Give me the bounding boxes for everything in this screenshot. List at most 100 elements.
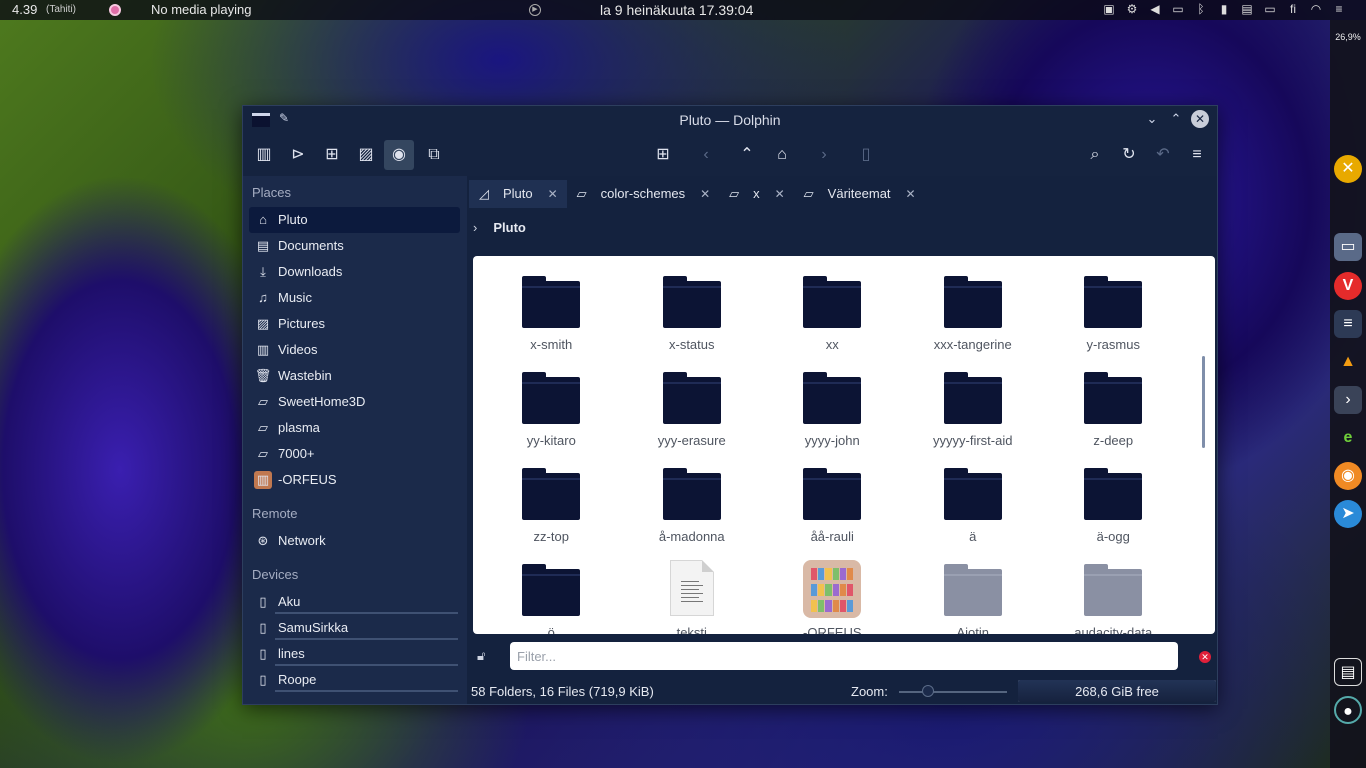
- tray-menu-icon[interactable]: ≡: [1332, 2, 1346, 16]
- tab-color-schemes[interactable]: ▱ color-schemes ✕: [567, 180, 720, 208]
- orange-app-icon[interactable]: ◉: [1334, 462, 1362, 490]
- panels-icon[interactable]: ⊞: [648, 140, 678, 170]
- maximize-button[interactable]: ⌃: [1167, 110, 1185, 128]
- place-music[interactable]: ♫ Music: [249, 285, 460, 311]
- file-item[interactable]: xxx-tangerine: [903, 276, 1044, 372]
- reload-icon[interactable]: ↻: [1114, 140, 1144, 170]
- place-sweethome3d[interactable]: ▱ SweetHome3D: [249, 389, 460, 415]
- breadcrumb-item[interactable]: Pluto: [493, 220, 526, 235]
- telegram-icon[interactable]: ➤: [1334, 500, 1362, 528]
- keyboard-layout[interactable]: fi: [1286, 2, 1300, 16]
- clear-filter-icon[interactable]: ✕: [1199, 651, 1211, 663]
- chevron-right-icon[interactable]: ›: [473, 220, 477, 235]
- close-tab-icon[interactable]: ✕: [905, 180, 915, 208]
- panel-date[interactable]: la 9 heinäkuuta 17.39:04: [600, 2, 753, 18]
- file-item[interactable]: audacity-data: [1043, 564, 1184, 634]
- place-downloads[interactable]: ⤓ Downloads: [249, 259, 460, 285]
- device-samusirkka[interactable]: ▯ SamuSirkka: [249, 615, 460, 641]
- panel-clock[interactable]: 4.39: [12, 2, 37, 17]
- close-tab-icon[interactable]: ✕: [700, 180, 710, 208]
- place-network[interactable]: ⊛ Network: [249, 528, 460, 554]
- place-pictures[interactable]: ▨ Pictures: [249, 311, 460, 337]
- file-item[interactable]: zz-top: [481, 468, 622, 564]
- monitor-icon[interactable]: ▭: [1263, 2, 1277, 16]
- file-item[interactable]: x-status: [622, 276, 763, 372]
- battery-icon[interactable]: ▮: [1217, 2, 1231, 16]
- terminal-panel-icon[interactable]: ⊳: [283, 140, 313, 170]
- tab-variteemat[interactable]: ▱ Väriteemat ✕: [794, 180, 925, 208]
- wifi-icon[interactable]: ◠: [1309, 2, 1323, 16]
- file-item[interactable]: xx: [762, 276, 903, 372]
- file-item[interactable]: x-smith: [481, 276, 622, 372]
- notes-icon[interactable]: ▤: [1334, 658, 1362, 686]
- show-hidden-icon[interactable]: ◉: [384, 140, 414, 170]
- tab-x[interactable]: ▱ x ✕: [719, 180, 794, 208]
- volume-icon[interactable]: ◀: [1148, 2, 1162, 16]
- vlc-icon[interactable]: ▲: [1334, 348, 1362, 376]
- settings-icon[interactable]: ≡: [1334, 310, 1362, 338]
- ebook-icon[interactable]: e: [1334, 424, 1362, 452]
- play-icon[interactable]: ▶: [529, 4, 541, 16]
- place-videos[interactable]: ▥ Videos: [249, 337, 460, 363]
- home-icon[interactable]: ⌂: [767, 140, 797, 170]
- place-7000[interactable]: ▱ 7000+: [249, 441, 460, 467]
- close-app-icon[interactable]: ✕: [1334, 155, 1362, 183]
- tab-pluto[interactable]: ◿ Pluto ✕: [469, 180, 567, 208]
- free-space-bar[interactable]: 268,6 GiB free: [1018, 680, 1216, 702]
- file-item[interactable]: yyy-erasure: [622, 372, 763, 468]
- file-item[interactable]: ä-ogg: [1043, 468, 1184, 564]
- file-item[interactable]: yyyy-john: [762, 372, 903, 468]
- file-item[interactable]: å-madonna: [622, 468, 763, 564]
- file-item[interactable]: y-rasmus: [1043, 276, 1184, 372]
- file-item[interactable]: yyyyy-first-aid: [903, 372, 1044, 468]
- file-item[interactable]: ö: [481, 564, 622, 634]
- file-item[interactable]: -ORFEUS: [762, 560, 903, 634]
- media-player-icon[interactable]: [109, 4, 121, 16]
- filter-input[interactable]: [510, 642, 1178, 670]
- launcher-icon[interactable]: ●: [1334, 696, 1362, 724]
- place-pluto[interactable]: ⌂ Pluto: [249, 207, 460, 233]
- file-view[interactable]: x-smith x-status xx xxx-tangerine y-rasmus yy…: [473, 256, 1215, 634]
- bluetooth-icon[interactable]: ᛒ: [1194, 2, 1208, 16]
- vivaldi-icon[interactable]: V: [1334, 272, 1362, 300]
- minimize-button[interactable]: ⌄: [1143, 110, 1161, 128]
- tray-tool-icon[interactable]: ⚙: [1125, 2, 1139, 16]
- place-orfeus[interactable]: ▥ -ORFEUS: [249, 467, 460, 493]
- terminal-icon[interactable]: ›: [1334, 386, 1362, 414]
- zoom-slider-track[interactable]: [899, 691, 1007, 693]
- zoom-slider-handle[interactable]: [922, 685, 934, 697]
- close-button[interactable]: ✕: [1191, 110, 1209, 128]
- device-lines[interactable]: ▯ lines: [249, 641, 460, 667]
- search-icon[interactable]: ⌕: [1080, 140, 1110, 170]
- file-item[interactable]: ä: [903, 468, 1044, 564]
- dolphin-icon[interactable]: ▭: [1334, 233, 1362, 261]
- split-view-icon[interactable]: ▥: [249, 140, 279, 170]
- new-window-icon[interactable]: ⊞: [317, 140, 347, 170]
- place-documents[interactable]: ▤ Documents: [249, 233, 460, 259]
- new-tab-icon[interactable]: ⧉: [419, 140, 449, 170]
- file-item[interactable]: åå-rauli: [762, 468, 903, 564]
- preview-icon[interactable]: ▨: [351, 140, 381, 170]
- place-plasma[interactable]: ▱ plasma: [249, 415, 460, 441]
- file-item[interactable]: z-deep: [1043, 372, 1184, 468]
- clipboard-icon[interactable]: ▤: [1240, 2, 1254, 16]
- media-status[interactable]: No media playing: [151, 2, 251, 17]
- lock-icon[interactable]: 🔓︎: [477, 648, 485, 664]
- scrollbar[interactable]: [1202, 356, 1205, 448]
- title-bar[interactable]: ✎ Pluto — Dolphin ⌄ ⌃ ✕: [243, 106, 1217, 134]
- close-tab-icon[interactable]: ✕: [775, 180, 785, 208]
- trash-icon[interactable]: ▯: [851, 140, 881, 170]
- device-roope[interactable]: ▯ Roope: [249, 667, 460, 693]
- back-icon[interactable]: ‹: [691, 140, 721, 170]
- file-item[interactable]: teksti: [622, 560, 763, 634]
- forward-icon[interactable]: ›: [809, 140, 839, 170]
- device-aku[interactable]: ▯ Aku: [249, 589, 460, 615]
- breadcrumb[interactable]: › Pluto: [473, 220, 526, 235]
- file-item[interactable]: yy-kitaro: [481, 372, 622, 468]
- file-item[interactable]: Aiotin: [903, 564, 1044, 634]
- screen-icon[interactable]: ▣: [1102, 2, 1116, 16]
- place-wastebin[interactable]: 🗑 Wastebin: [249, 363, 460, 389]
- close-tab-icon[interactable]: ✕: [548, 180, 558, 208]
- undo-icon[interactable]: ↶: [1148, 140, 1178, 170]
- display-icon[interactable]: ▭: [1171, 2, 1185, 16]
